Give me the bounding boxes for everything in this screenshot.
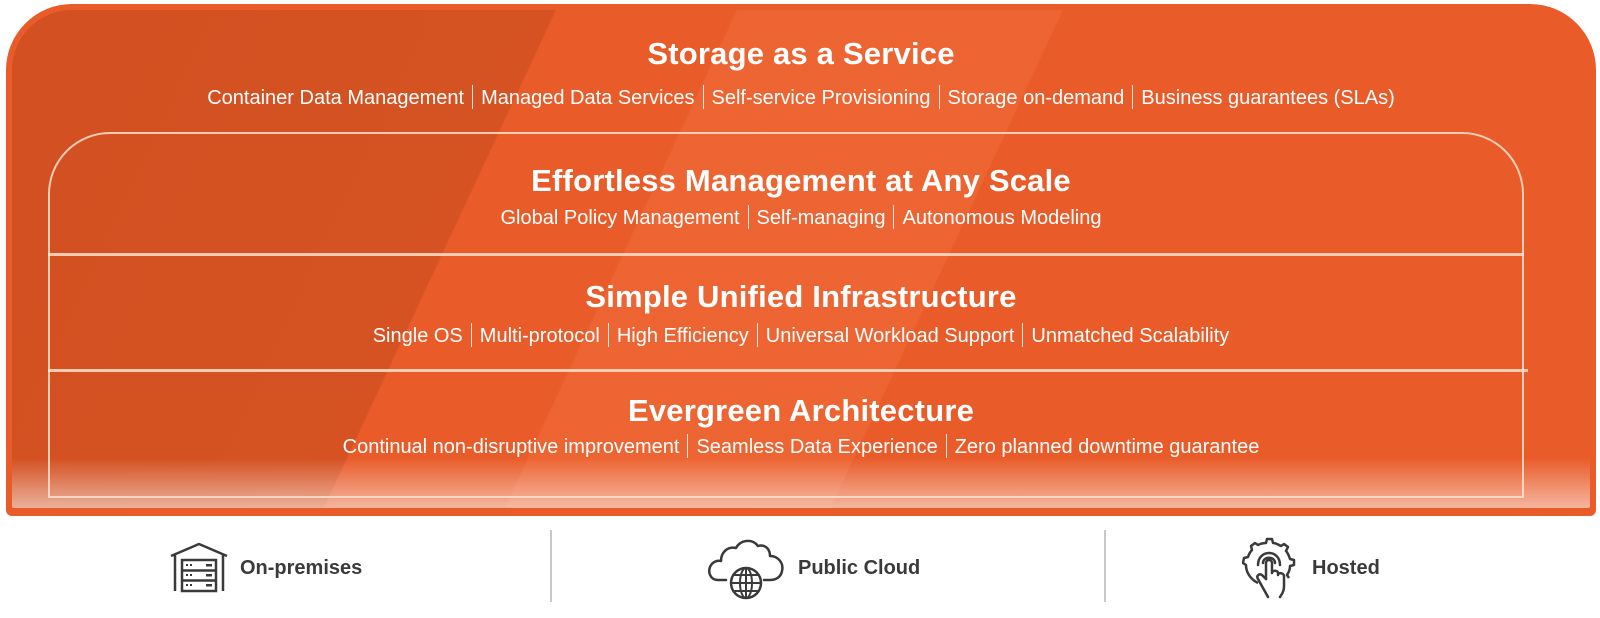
layer-item: Self-service Provisioning: [711, 87, 931, 109]
layer-items-storage-as-a-service: Container Data Management Managed Data Se…: [6, 85, 1596, 110]
layer-divider: [48, 253, 1524, 256]
layer-item: Seamless Data Experience: [696, 436, 938, 458]
layer-items-simple-unified-infrastructure: Single OS Multi-protocol High Efficiency Un…: [6, 323, 1596, 348]
layer-item: Unmatched Scalability: [1031, 325, 1230, 347]
layer-item: Storage on-demand: [947, 87, 1125, 109]
item-separator: [687, 434, 689, 458]
layer-item: Continual non-disruptive improvement: [342, 436, 680, 458]
item-separator: [1132, 85, 1134, 109]
stack-diagram: Storage as a Service Container Data Mana…: [6, 4, 1596, 516]
layer-item: Autonomous Modeling: [902, 207, 1102, 229]
item-separator: [938, 85, 940, 109]
platform-public-cloud: Public Cloud: [706, 536, 921, 600]
layer-item: High Efficiency: [616, 325, 749, 347]
layer-item: Single OS: [372, 325, 463, 347]
house-server-icon: [168, 542, 230, 594]
item-separator: [702, 85, 704, 109]
layer-item: Business guarantees (SLAs): [1141, 87, 1395, 109]
deployment-platforms: On-premises Public Cloud Hosted: [0, 516, 1600, 618]
layer-item: Container Data Management: [207, 87, 465, 109]
item-separator: [1022, 323, 1024, 347]
layer-title-effortless-management: Effortless Management at Any Scale: [531, 163, 1071, 198]
platform-divider: [550, 530, 552, 602]
platform-label: On-premises: [240, 556, 363, 579]
item-separator: [747, 205, 749, 229]
layer-divider: [48, 369, 1528, 372]
platform-label: Public Cloud: [798, 556, 921, 579]
platform-hosted: Hosted: [1242, 537, 1380, 599]
layer-item: Universal Workload Support: [765, 325, 1015, 347]
platform-divider: [1104, 530, 1106, 602]
cloud-globe-icon: [706, 536, 788, 600]
layer-items-effortless-management: Global Policy Management Self-managing Aut…: [6, 205, 1596, 230]
layer-title-simple-unified-infrastructure: Simple Unified Infrastructure: [585, 279, 1017, 314]
layer-item: Zero planned downtime guarantee: [954, 436, 1260, 458]
gear-hand-icon: [1242, 537, 1302, 599]
item-separator: [607, 323, 609, 347]
item-separator: [945, 434, 947, 458]
layer-item: Self-managing: [756, 207, 886, 229]
platform-label: Hosted: [1312, 556, 1380, 579]
layer-title-storage-as-a-service: Storage as a Service: [647, 36, 955, 71]
item-separator: [472, 85, 474, 109]
item-separator: [756, 323, 758, 347]
layer-item: Multi-protocol: [479, 325, 600, 347]
layer-items-evergreen-architecture: Continual non-disruptive improvement Seam…: [6, 434, 1596, 459]
layer-title-evergreen-architecture: Evergreen Architecture: [627, 393, 975, 428]
layer-item: Global Policy Management: [500, 207, 740, 229]
item-separator: [470, 323, 472, 347]
item-separator: [893, 205, 895, 229]
layer-item: Managed Data Services: [481, 87, 695, 109]
platform-on-premises: On-premises: [168, 538, 362, 598]
